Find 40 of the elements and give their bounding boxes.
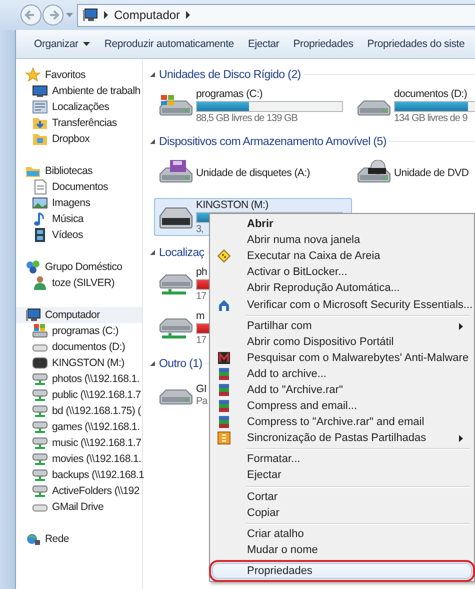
drive-name: ph: [196, 266, 208, 278]
nav-item-label: programas (C:): [52, 325, 118, 337]
nav-item-label: movies (\\192.168.1.: [52, 453, 142, 465]
drive-name: GI: [196, 383, 206, 395]
nav-item-label: backups (\\192.168.1: [52, 469, 144, 481]
nav-item-label: Computador: [45, 309, 100, 321]
nav-item-label: KINGSTON (M:): [52, 357, 124, 369]
nav-item-label: Localizações: [52, 101, 110, 113]
nav-item-label: Bibliotecas: [45, 165, 92, 177]
nav-item-label: Ambiente de trabalh: [52, 85, 140, 97]
drive-name: programas (C:): [196, 88, 262, 100]
nav-item-label: toze (SILVER): [52, 277, 114, 289]
nav-item-label: Vídeos: [52, 229, 83, 241]
drive-name: m: [196, 310, 204, 322]
nav-item-label: Favoritos: [45, 69, 86, 81]
drive-info: 88,5 GB livres de 139 GB: [196, 113, 298, 124]
drive-name: KINGSTON (M:): [196, 199, 268, 211]
nav-item-label: Grupo Doméstico: [45, 261, 122, 273]
nav-item-label: games (\\192.168.1.: [52, 421, 140, 433]
nav-item-label: GMail Drive: [52, 501, 104, 513]
nav-item-label: music (\\192.168.1.7: [52, 437, 142, 449]
nav-item-label: Transferências: [52, 117, 117, 129]
nav-item-label: Documentos: [52, 181, 108, 193]
drive-name: documentos (D:): [394, 88, 468, 100]
drive-name: Unidade de DVD: [394, 167, 469, 179]
nav-item-label: ActiveFolders (\\192: [52, 485, 140, 497]
nav-item-label: Dropbox: [52, 133, 90, 145]
nav-item-label: Música: [52, 213, 84, 225]
drive-name: Unidade de disquetes (A:): [196, 167, 310, 179]
drive-info: 17: [196, 291, 206, 302]
nav-item-label: photos (\\192.168.1.: [52, 373, 140, 385]
drive-info: 3,: [196, 224, 204, 235]
nav-item-label: Rede: [45, 533, 69, 545]
drive-info: 17: [196, 335, 206, 346]
drive-info: Pa: [196, 396, 208, 407]
drive-info: 134 GB livres de 9: [394, 113, 468, 124]
nav-item-label: bd (\\192.168.1.75) (: [52, 405, 141, 417]
nav-item-label: Imagens: [52, 197, 90, 209]
nav-item-label: documentos (D:): [52, 341, 126, 353]
nav-item-label: public (\\192.168.1.7: [52, 389, 141, 401]
